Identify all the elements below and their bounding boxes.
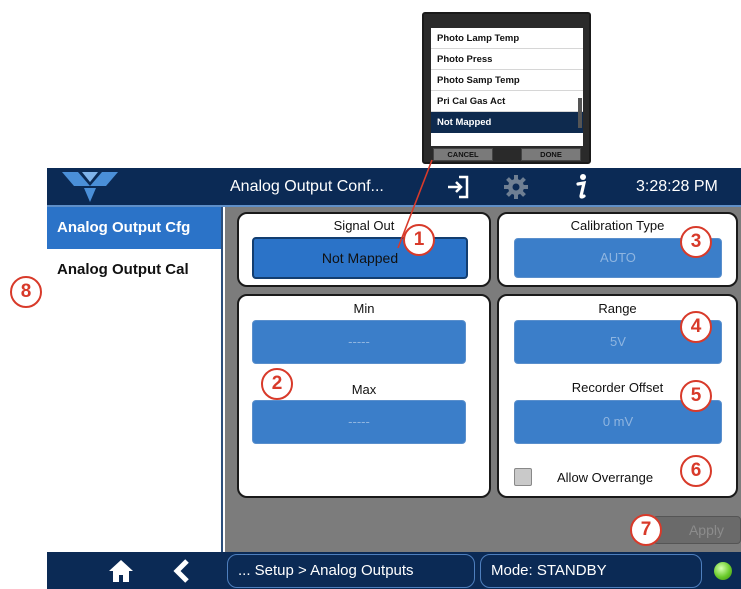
callout-7: 7 bbox=[630, 514, 662, 546]
callout-8: 8 bbox=[10, 276, 42, 308]
callout-2: 2 bbox=[261, 368, 293, 400]
callout-3: 3 bbox=[680, 226, 712, 258]
callout-4: 4 bbox=[680, 311, 712, 343]
callout-1: 1 bbox=[403, 224, 435, 256]
screen: Photo Lamp Temp Photo Press Photo Samp T… bbox=[0, 0, 741, 589]
callout-6: 6 bbox=[680, 455, 712, 487]
callout-leader-line bbox=[397, 159, 433, 249]
callout-5: 5 bbox=[680, 380, 712, 412]
